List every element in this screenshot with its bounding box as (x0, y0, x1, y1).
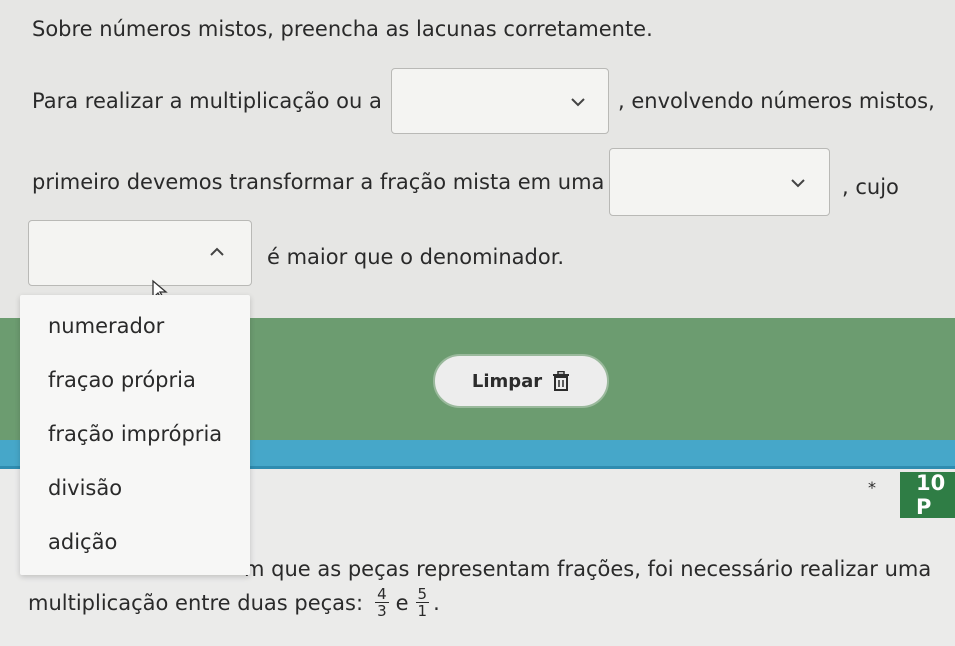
sentence-end: . (433, 590, 440, 615)
next-question-line1: m que as peças representam frações, foi … (244, 557, 932, 581)
blank-select-1[interactable] (391, 68, 609, 134)
blank-select-3-open[interactable] (28, 220, 252, 286)
line1-text-before: Para realizar a multiplicação ou a (32, 89, 382, 113)
dropdown-option-fracao-propria[interactable]: fraçao própria (48, 367, 196, 393)
dropdown-option-divisao[interactable]: divisão (48, 475, 122, 501)
trash-icon (553, 371, 570, 391)
required-star: * (868, 478, 876, 497)
limpar-label: Limpar (471, 370, 543, 392)
dropdown-option-adicao[interactable]: adição (48, 529, 117, 555)
question-number-badge: 10 P (900, 471, 955, 519)
fraction-5-1: 5 1 (415, 585, 430, 620)
line2-text-before: primeiro devemos transformar a fração mi… (32, 170, 605, 194)
chevron-up-icon (210, 247, 224, 256)
line3-text-after: é maior que o denominador. (267, 245, 565, 269)
chevron-down-icon (791, 179, 805, 188)
fraction-4-3: 4 3 (375, 585, 389, 620)
next-question-line2-text: multiplicação entre duas peças: (28, 590, 364, 615)
dropdown-option-numerador[interactable]: numerador (48, 313, 164, 339)
question-title: Sobre números mistos, preencha as lacuna… (32, 17, 653, 41)
line1-text-after: , envolvendo números mistos, (618, 89, 935, 113)
chevron-down-icon (571, 98, 585, 107)
next-question-line2: multiplicação entre duas peças: 4 3 e 5 … (28, 586, 440, 619)
dropdown-menu: numerador fraçao própria fração imprópri… (20, 295, 250, 575)
dropdown-option-fracao-impropria[interactable]: fração imprópria (48, 421, 222, 447)
line2-text-after: , cujo (842, 175, 899, 199)
blank-select-2[interactable] (609, 148, 830, 216)
fraction-connector: e (395, 590, 409, 615)
limpar-button[interactable]: Limpar (433, 354, 609, 408)
